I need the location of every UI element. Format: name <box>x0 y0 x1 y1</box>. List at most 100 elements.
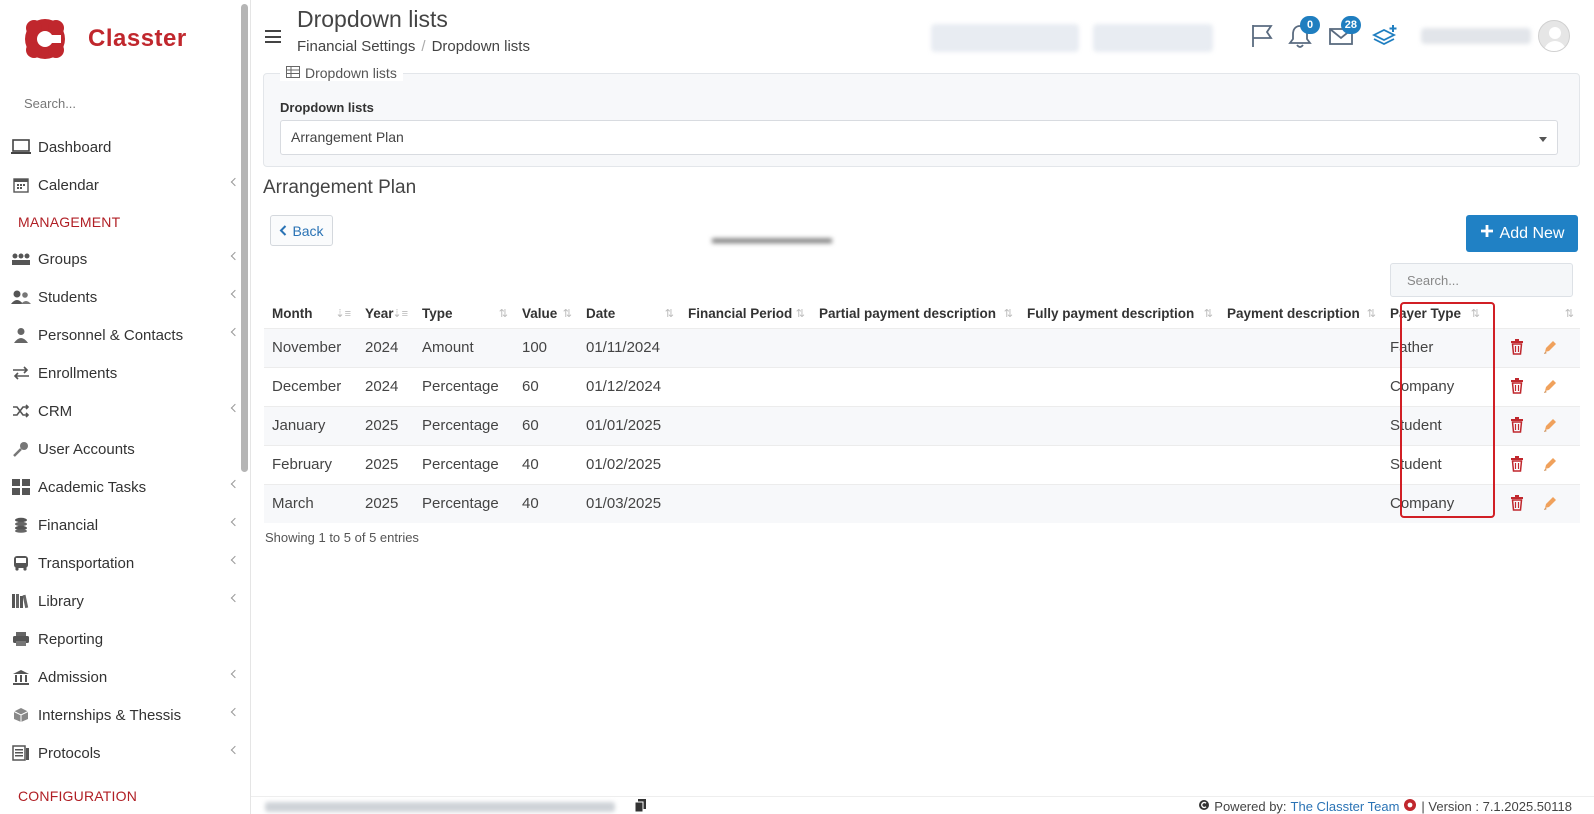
sort-icon: ⇅ <box>795 308 805 320</box>
printer-icon <box>10 630 32 648</box>
table-cell: Student <box>1382 405 1486 445</box>
sidebar-item-financial[interactable]: Financial <box>0 506 248 544</box>
key-icon <box>10 440 32 458</box>
column-header-month[interactable]: Month ⇣≡ <box>264 300 357 328</box>
table-search-input[interactable] <box>1390 263 1573 297</box>
sort-icon: ⇅ <box>1003 308 1013 320</box>
redacted-footer-info <box>265 802 615 812</box>
table-cell: Student <box>1382 444 1486 484</box>
chevron-left-icon <box>230 593 240 603</box>
dropdown-list-select[interactable]: Arrangement Plan <box>280 120 1558 155</box>
header: Dropdown lists Financial Settings / Dropdo… <box>251 0 1594 66</box>
powered-by-label: Powered by: <box>1214 799 1287 814</box>
sidebar-item-library[interactable]: Library <box>0 582 248 620</box>
sidebar-item-admission[interactable]: Admission <box>0 658 248 696</box>
copyright-icon <box>1198 799 1210 814</box>
pencil-icon[interactable] <box>1542 339 1560 357</box>
column-header-financial-period[interactable]: Financial Period ⇅ <box>680 300 811 328</box>
table-cell <box>1219 483 1382 523</box>
sidebar-search-input[interactable] <box>14 88 234 118</box>
breadcrumb: Financial Settings / Dropdown lists <box>297 38 530 55</box>
sort-icon: ⇅ <box>498 308 508 320</box>
sidebar-item-label: CRM <box>38 402 73 420</box>
column-label: Payer Type <box>1390 306 1462 322</box>
envelope-icon[interactable]: 28 <box>1327 16 1361 50</box>
layers-plus-icon[interactable] <box>1371 22 1399 50</box>
table-cell <box>1019 483 1219 523</box>
user-avatar[interactable] <box>1538 20 1570 52</box>
column-header-actions[interactable]: ⇅ <box>1486 300 1580 328</box>
sidebar-section-configuration: CONFIGURATION <box>18 788 138 804</box>
table-cell <box>1019 444 1219 484</box>
box-icon <box>10 706 32 724</box>
user-menu[interactable] <box>1421 28 1531 44</box>
bell-icon[interactable]: 0 <box>1286 16 1320 50</box>
column-header-fully-payment[interactable]: Fully payment description ⇅ <box>1019 300 1219 328</box>
column-header-year[interactable]: Year ⇣≡ <box>357 300 414 328</box>
sort-icon: ⇣≡ <box>392 308 408 320</box>
trash-icon[interactable] <box>1510 455 1528 474</box>
sidebar-item-label: Transportation <box>38 554 135 572</box>
sidebar-item-protocols[interactable]: Protocols <box>0 734 248 772</box>
add-new-button[interactable]: Add New <box>1466 215 1578 252</box>
table-header-row: Month ⇣≡ Year ⇣≡ Type ⇅ Value ⇅ Date ⇅ Financ… <box>264 300 1580 328</box>
table-cell: Percentage <box>414 366 514 406</box>
sidebar-item-students[interactable]: Students <box>0 278 248 316</box>
flag-icon[interactable] <box>1248 22 1276 50</box>
trash-icon[interactable] <box>1510 416 1528 435</box>
pencil-icon[interactable] <box>1542 417 1560 435</box>
footer: Powered by: The Classter Team | Version … <box>251 796 1594 814</box>
sidebar-item-crm[interactable]: CRM <box>0 392 248 430</box>
sidebar-item-dashboard[interactable]: Dashboard <box>0 128 248 166</box>
column-header-payer-type[interactable]: Payer Type ⇅ <box>1382 300 1486 328</box>
classter-team-link[interactable]: The Classter Team <box>1291 799 1400 814</box>
period-selector[interactable] <box>1093 24 1213 52</box>
table-cell: Amount <box>414 327 514 367</box>
pencil-icon[interactable] <box>1542 495 1560 513</box>
section-title: Arrangement Plan <box>263 177 417 198</box>
table-row: November 2024 Amount 100 01/11/2024 Father <box>264 327 1580 367</box>
sidebar-item-label: Financial <box>38 516 99 534</box>
grid-icon <box>10 478 32 496</box>
sidebar-item-calendar[interactable]: Calendar <box>0 166 248 204</box>
column-label: Month <box>272 306 313 322</box>
sidebar-item-enrollments[interactable]: Enrollments <box>0 354 248 392</box>
copy-icon[interactable] <box>634 799 646 814</box>
sidebar-item-internships[interactable]: Internships & Thessis <box>0 696 248 734</box>
students-icon <box>10 288 32 306</box>
column-label: Value <box>522 306 558 322</box>
chevron-left-icon <box>230 745 240 755</box>
table-cell: January <box>264 405 357 445</box>
row-actions <box>1486 483 1580 523</box>
table-cell: Percentage <box>414 444 514 484</box>
trash-icon[interactable] <box>1510 338 1528 357</box>
table-cell: 2024 <box>357 366 414 406</box>
column-header-value[interactable]: Value ⇅ <box>514 300 578 328</box>
sidebar-item-transportation[interactable]: Transportation <box>0 544 248 582</box>
table-cell: Father <box>1382 327 1486 367</box>
table-cell: 2025 <box>357 483 414 523</box>
sidebar-item-groups[interactable]: Groups <box>0 240 248 278</box>
column-header-type[interactable]: Type ⇅ <box>414 300 514 328</box>
pencil-icon[interactable] <box>1542 456 1560 474</box>
redacted-text: ▬▬▬▬▬▬▬▬ <box>712 230 832 247</box>
breadcrumb-item[interactable]: Financial Settings <box>297 38 415 55</box>
sidebar-item-academic-tasks[interactable]: Academic Tasks <box>0 468 248 506</box>
trash-icon[interactable] <box>1510 377 1528 396</box>
pencil-icon[interactable] <box>1542 378 1560 396</box>
logo[interactable]: Classter <box>22 12 187 66</box>
row-actions <box>1486 327 1580 367</box>
column-header-partial-payment[interactable]: Partial payment description ⇅ <box>811 300 1019 328</box>
column-label: Fully payment description <box>1027 306 1195 322</box>
column-header-payment-description[interactable]: Payment description ⇅ <box>1219 300 1382 328</box>
sidebar-item-personnel[interactable]: Personnel & Contacts <box>0 316 248 354</box>
sidebar-item-user-accounts[interactable]: User Accounts <box>0 430 248 468</box>
institution-icon <box>10 668 32 686</box>
hamburger-menu-icon[interactable] <box>265 30 281 43</box>
trash-icon[interactable] <box>1510 494 1528 513</box>
back-button[interactable]: Back <box>270 215 333 246</box>
column-header-date[interactable]: Date ⇅ <box>578 300 680 328</box>
sidebar-item-reporting[interactable]: Reporting <box>0 620 248 658</box>
school-selector[interactable] <box>931 24 1079 52</box>
sidebar-item-label: Academic Tasks <box>38 478 147 496</box>
